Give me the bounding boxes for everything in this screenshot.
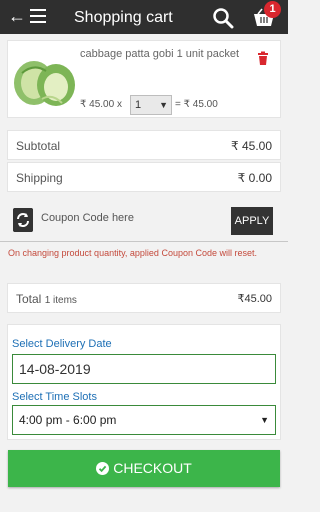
quantity-value: 1 [135,99,142,111]
line-total: = ₹ 45.00 [175,99,218,110]
cart-count-badge: 1 [264,1,281,18]
subtotal-label: Subtotal [16,139,61,153]
hamburger-icon[interactable] [30,9,46,23]
time-slot-label: Select Time Slots [12,391,97,403]
quantity-select[interactable]: 1 ▼ [130,95,172,115]
item-count: 1 items [44,295,77,306]
chevron-down-icon: ▼ [260,415,269,425]
shipping-row: Shipping ₹ 0.00 [7,162,281,192]
time-slot-select[interactable]: 4:00 pm - 6:00 pm ▼ [12,405,276,435]
product-name: cabbage patta gobi 1 unit packet [80,48,240,60]
search-icon[interactable] [212,7,234,29]
total-label: Total [16,292,42,306]
arrow-left-icon[interactable]: ← [8,6,26,26]
time-slot-value: 4:00 pm - 6:00 pm [19,413,117,427]
top-bar: ← Shopping cart 1 [0,0,288,34]
delivery-date-label: Select Delivery Date [12,338,112,350]
chevron-down-icon: ▼ [159,100,168,110]
checkout-label: CHECKOUT [113,460,192,476]
total-value: ₹45.00 [237,293,272,305]
coupon-section: Coupon Code here APPLY [7,203,281,239]
cart-item: cabbage patta gobi 1 unit packet ₹ 45.00… [7,40,281,118]
delivery-section: Select Delivery Date 14-08-2019 Select T… [7,324,281,440]
unit-price: ₹ 45.00 x [80,99,122,110]
check-circle-icon [96,461,110,475]
subtotal-row: Subtotal ₹ 45.00 [7,130,281,160]
coupon-note: On changing product quantity, applied Co… [8,248,257,258]
divider [0,241,288,242]
trash-icon[interactable] [256,51,270,65]
delivery-date-input[interactable]: 14-08-2019 [12,354,276,384]
shipping-label: Shipping [16,171,63,185]
page-title: Shopping cart [74,9,173,26]
checkout-button[interactable]: CHECKOUT [8,450,280,487]
apply-button[interactable]: APPLY [231,207,273,235]
refresh-icon[interactable] [13,208,33,232]
total-row: Total 1 items ₹45.00 [7,283,281,313]
shipping-value: ₹ 0.00 [237,171,272,185]
subtotal-value: ₹ 45.00 [231,139,272,153]
coupon-input[interactable]: Coupon Code here [41,212,134,224]
product-image [14,61,75,106]
